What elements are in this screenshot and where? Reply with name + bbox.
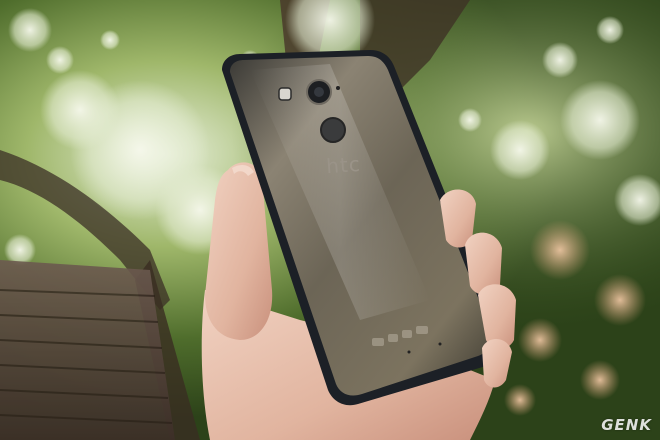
photo: htc GENK bbox=[0, 0, 660, 440]
phone-brand-logo: htc bbox=[325, 152, 361, 178]
brick-wall bbox=[0, 260, 175, 440]
fingerprint-sensor-icon bbox=[320, 117, 346, 143]
flash-icon bbox=[278, 87, 292, 101]
watermark: GENK bbox=[601, 416, 652, 434]
photo-canvas: htc bbox=[0, 0, 660, 440]
